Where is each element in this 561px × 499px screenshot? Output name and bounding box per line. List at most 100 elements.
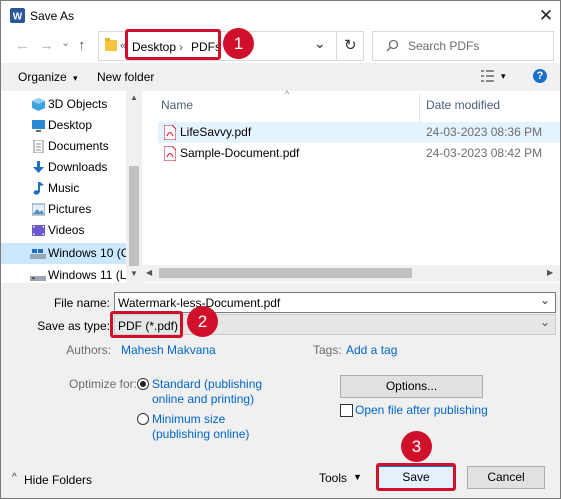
file-name-label: File name:	[53, 296, 110, 310]
tags-label: Tags:	[313, 343, 342, 357]
search-input[interactable]: Search PDFs	[408, 39, 479, 53]
sidebar-item-label: Documents	[48, 139, 109, 153]
column-header-name[interactable]: Name	[161, 98, 193, 112]
navigation-pane: 3D Objects Desktop Documents Downloads M…	[1, 91, 126, 283]
optimize-minimum-option[interactable]: Minimum size (publishing online)	[152, 412, 249, 442]
options-button[interactable]: Options...	[340, 375, 483, 398]
optimize-minimum-radio[interactable]	[137, 413, 149, 425]
sidebar-item-3d-objects[interactable]: 3D Objects	[1, 94, 126, 115]
optimize-standard-option[interactable]: Standard (publishing online and printing…	[152, 377, 262, 407]
cube-icon	[32, 98, 45, 111]
tools-arrow-icon[interactable]: ▼	[353, 472, 362, 482]
view-dropdown-icon[interactable]: ▾	[501, 71, 506, 82]
sidebar-item-videos[interactable]: Videos	[1, 220, 126, 241]
file-row[interactable]: LifeSavvy.pdf 24-03-2023 08:36 PM	[158, 122, 560, 143]
help-icon[interactable]: ?	[533, 69, 547, 83]
optimize-minimum-line2: (publishing online)	[152, 427, 250, 441]
sidebar-item-documents[interactable]: Documents	[1, 136, 126, 157]
scroll-thumb[interactable]	[159, 268, 412, 278]
word-icon: W	[10, 8, 25, 23]
downloads-icon	[33, 161, 44, 173]
save-type-highlight	[110, 311, 183, 338]
organize-arrow-icon: ▾	[73, 73, 78, 83]
sidebar-item-pictures[interactable]: Pictures	[1, 199, 126, 220]
callout-badge-3: 3	[401, 431, 432, 462]
sidebar-item-label: Desktop	[48, 118, 93, 132]
save-as-dialog: W Save As ✕ ← → ⌄ ↑ « Desktop › PDFs ⌄ ↻…	[0, 0, 561, 499]
sort-indicator-icon: ^	[285, 89, 290, 99]
hide-folders-button[interactable]: Hide Folders	[24, 473, 92, 487]
add-tag-link[interactable]: Add a tag	[346, 343, 397, 357]
sidebar-item-music[interactable]: Music	[1, 178, 126, 199]
title-bar	[1, 1, 560, 31]
refresh-icon: ↻	[344, 37, 357, 54]
pictures-icon	[32, 203, 45, 216]
authors-value[interactable]: Mahesh Makvana	[121, 343, 216, 357]
pdf-file-icon	[164, 146, 176, 161]
file-date: 24-03-2023 08:36 PM	[426, 125, 543, 139]
new-folder-button[interactable]: New folder	[97, 70, 154, 84]
sidebar-item-label: Music	[48, 181, 80, 195]
up-arrow-icon[interactable]: ↑	[78, 37, 86, 54]
cancel-button[interactable]: Cancel	[467, 466, 545, 489]
save-type-label: Save as type:	[37, 319, 110, 333]
folder-icon	[105, 38, 117, 51]
tools-menu[interactable]: Tools	[319, 471, 347, 485]
navigation-scrollbar[interactable]: ▲ ▼	[126, 91, 142, 283]
authors-label: Authors:	[66, 343, 111, 357]
recent-locations-icon[interactable]: ⌄	[61, 36, 70, 49]
address-dropdown-icon[interactable]: ⌄	[314, 35, 326, 52]
search-icon	[386, 39, 399, 52]
sidebar-item-label: Windows 10 (C:)	[48, 246, 126, 260]
optimize-standard-line2: online and printing)	[152, 392, 255, 406]
sidebar-item-windows-11-l[interactable]: Windows 11 (L:)	[1, 265, 126, 283]
sidebar-item-downloads[interactable]: Downloads	[1, 157, 126, 178]
file-list-scrollbar[interactable]: ◀ ▶	[142, 265, 560, 282]
column-header-date[interactable]: Date modified	[426, 98, 500, 112]
music-icon	[33, 182, 44, 195]
organize-menu[interactable]: Organize ▾	[18, 70, 78, 84]
breadcrumb-highlight	[125, 29, 221, 60]
forward-arrow-icon[interactable]: →	[39, 38, 54, 54]
sidebar-item-label: Downloads	[48, 160, 108, 174]
callout-badge-1: 1	[223, 28, 254, 59]
sidebar-item-desktop[interactable]: Desktop	[1, 115, 126, 136]
callout-badge-2: 2	[187, 306, 218, 337]
videos-icon	[32, 225, 45, 236]
scroll-up-icon[interactable]: ▲	[130, 93, 138, 102]
view-options-icon[interactable]	[481, 70, 494, 82]
optimize-minimum-line1: Minimum size	[152, 412, 226, 426]
hide-folders-icon[interactable]: ^	[12, 472, 17, 483]
scroll-down-icon[interactable]: ▼	[130, 269, 138, 278]
file-name: LifeSavvy.pdf	[180, 125, 252, 139]
file-row[interactable]: Sample-Document.pdf 24-03-2023 08:42 PM	[158, 143, 560, 164]
file-date: 24-03-2023 08:42 PM	[426, 146, 543, 160]
file-name-dropdown-icon[interactable]: ⌄	[540, 293, 550, 307]
save-highlight	[376, 463, 456, 491]
optimize-label: Optimize for:	[69, 377, 138, 391]
close-icon[interactable]: ✕	[536, 6, 556, 26]
window-title: Save As	[30, 9, 75, 23]
sidebar-item-label: Videos	[48, 223, 85, 237]
sidebar-item-windows-10-c[interactable]: Windows 10 (C:)	[1, 243, 126, 264]
scroll-left-icon[interactable]: ◀	[146, 268, 152, 277]
drive-icon	[30, 249, 46, 259]
desktop-icon	[32, 120, 45, 132]
open-after-publishing-checkbox[interactable]	[340, 404, 353, 417]
open-after-publishing-label[interactable]: Open file after publishing	[355, 403, 488, 417]
optimize-standard-radio[interactable]	[137, 378, 149, 390]
scroll-right-icon[interactable]: ▶	[547, 268, 553, 277]
drive-icon	[30, 276, 46, 281]
file-name: Sample-Document.pdf	[180, 146, 300, 160]
documents-icon	[33, 140, 44, 153]
sidebar-item-label: Pictures	[48, 202, 92, 216]
scroll-thumb[interactable]	[129, 166, 139, 266]
command-bar	[1, 63, 560, 91]
pdf-file-icon	[164, 125, 176, 140]
svg-text:W: W	[13, 12, 23, 23]
back-arrow-icon[interactable]: ←	[15, 38, 30, 54]
save-type-dropdown-icon[interactable]: ⌄	[540, 315, 550, 329]
sidebar-item-label: 3D Objects	[48, 97, 108, 111]
optimize-standard-line1: Standard (publishing	[152, 377, 263, 391]
column-separator[interactable]	[419, 93, 420, 123]
